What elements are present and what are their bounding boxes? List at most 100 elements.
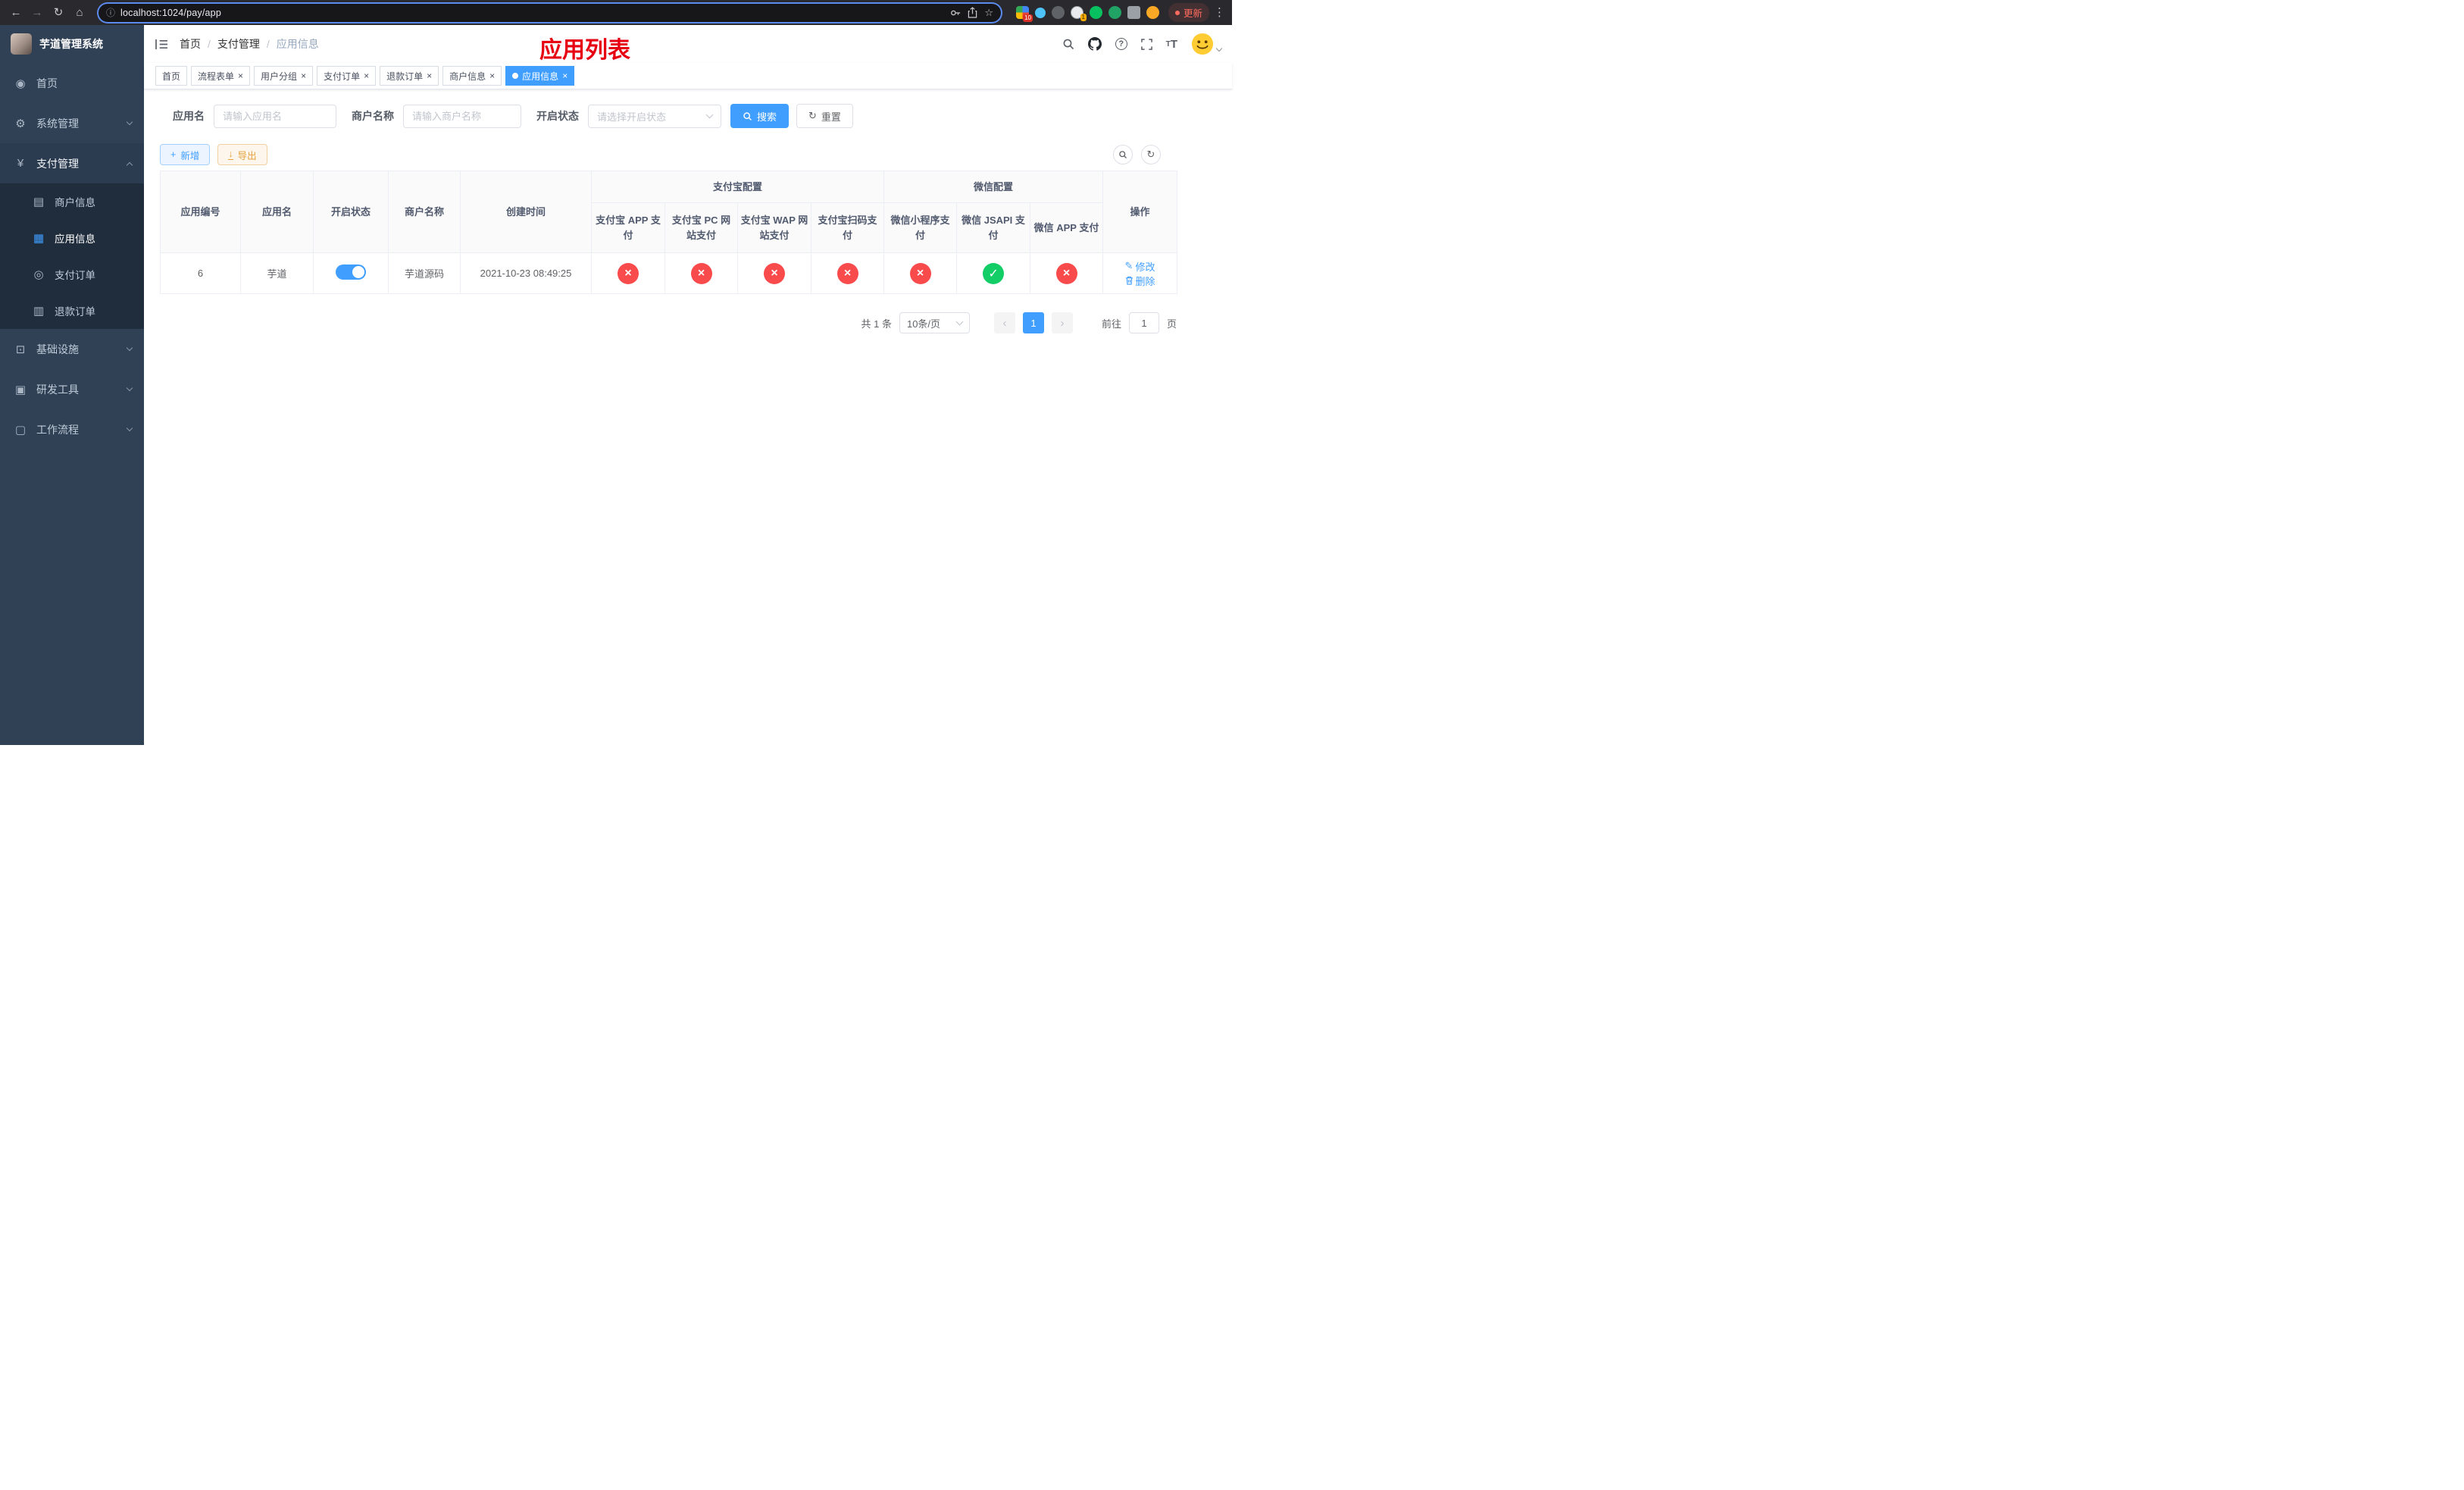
status-label: 开启状态 — [536, 110, 579, 122]
sidebar-item-payment[interactable]: ¥ 支付管理 — [0, 143, 144, 183]
search-icon[interactable] — [1062, 38, 1074, 50]
goto-label: 前往 — [1101, 318, 1121, 330]
merchant-name-input[interactable] — [403, 104, 521, 128]
chevron-down-icon — [126, 424, 133, 432]
delete-button[interactable]: 删除 — [1125, 274, 1155, 288]
edit-icon: ✎ — [1124, 260, 1134, 271]
tab-pay-order[interactable]: 支付订单 × — [317, 66, 377, 86]
apps-table: 应用编号 应用名 开启状态 商户名称 创建时间 支付宝配置 微信配置 操作 支付… — [160, 171, 1178, 294]
breadcrumb-home[interactable]: 首页 — [180, 36, 201, 52]
cell-merchant: 芋道源码 — [388, 252, 461, 294]
status-toggle[interactable] — [336, 265, 366, 280]
reload-icon[interactable]: ↻ — [50, 0, 67, 25]
tools-icon: ▣ — [14, 383, 27, 396]
col-header-wx-lite: 微信小程序支付 — [883, 202, 958, 253]
tab-process-form[interactable]: 流程表单 × — [191, 66, 251, 86]
col-header-alipay-wap: 支付宝 WAP 网站支付 — [737, 202, 811, 253]
extensions-tray: 10 1 — [1015, 6, 1159, 22]
sidebar-item-pay-order[interactable]: ◎ 支付订单 — [0, 256, 144, 293]
sidebar-item-dev-tools[interactable]: ▣ 研发工具 — [0, 369, 144, 409]
total-count: 共 1 条 — [861, 318, 892, 330]
close-icon[interactable]: × — [562, 71, 568, 80]
table-row: 6 芋道 芋道源码 2021-10-23 08:49:25 × × × × × … — [160, 252, 1178, 294]
github-icon[interactable] — [1087, 37, 1102, 51]
grid-icon: ▦ — [33, 232, 45, 245]
tab-merchant-info[interactable]: 商户信息 × — [442, 66, 502, 86]
sidebar-item-home[interactable]: ◉ 首页 — [0, 63, 144, 103]
forward-icon[interactable]: → — [29, 0, 45, 25]
alipay-pc-status-icon: × — [690, 262, 712, 284]
chevron-down-icon — [1215, 45, 1223, 52]
edit-button[interactable]: ✎ 修改 — [1125, 259, 1155, 274]
breadcrumb-payment[interactable]: 支付管理 — [217, 36, 260, 52]
address-bar[interactable]: ⓘ localhost:1024/pay/app ☆ — [98, 3, 1001, 22]
status-select[interactable]: 请选择开启状态 — [588, 104, 721, 128]
add-button[interactable]: + 新增 — [160, 144, 211, 165]
share-icon[interactable] — [968, 7, 977, 18]
fullscreen-icon[interactable] — [1140, 38, 1152, 50]
tab-user-group[interactable]: 用户分组 × — [254, 66, 314, 86]
sidebar-item-merchant-info[interactable]: ▤ 商户信息 — [0, 183, 144, 220]
extension-icon[interactable]: 1 — [1070, 6, 1087, 21]
url-text[interactable]: localhost:1024/pay/app — [120, 8, 945, 18]
user-avatar[interactable] — [1191, 33, 1223, 55]
reset-button[interactable]: ↻ 重置 — [796, 104, 853, 128]
key-icon[interactable] — [950, 8, 961, 18]
creditcard-icon: ▤ — [33, 196, 45, 208]
order-icon: ◎ — [33, 268, 44, 281]
extension-icon[interactable] — [1146, 6, 1159, 19]
puzzle-extension-icon[interactable] — [1127, 6, 1140, 19]
col-header-app-name: 应用名 — [240, 171, 314, 253]
goto-page-input[interactable] — [1128, 312, 1159, 333]
sidebar-item-refund-order[interactable]: ▥ 退款订单 — [0, 293, 144, 329]
bookmark-star-icon[interactable]: ☆ — [984, 7, 993, 19]
col-header-wx-jsapi: 微信 JSAPI 支付 — [956, 202, 1031, 253]
extension-icon[interactable] — [1034, 7, 1046, 18]
page-size-select[interactable]: 10条/页 — [899, 312, 970, 333]
tab-app-info[interactable]: 应用信息 × — [505, 66, 575, 86]
app-logo — [11, 33, 32, 55]
extension-icon[interactable]: 10 — [1015, 6, 1033, 22]
browser-update-button[interactable]: 更新 — [1168, 3, 1209, 22]
fontsize-icon[interactable]: TT — [1166, 38, 1177, 51]
close-icon[interactable]: × — [489, 71, 495, 80]
sidebar-item-system[interactable]: ⚙ 系统管理 — [0, 103, 144, 143]
prev-page-button[interactable]: ‹ — [993, 312, 1015, 333]
export-button[interactable]: ↓ 导出 — [217, 144, 267, 165]
toggle-search-button[interactable] — [1113, 145, 1133, 164]
site-info-icon[interactable]: ⓘ — [106, 6, 115, 19]
help-icon[interactable]: ? — [1115, 38, 1127, 50]
trash-icon — [1125, 276, 1133, 285]
close-icon[interactable]: × — [301, 71, 306, 80]
close-icon[interactable]: × — [238, 71, 243, 80]
alipay-qr-status-icon: × — [836, 262, 858, 284]
col-header-wx-app: 微信 APP 支付 — [1030, 202, 1104, 253]
col-header-app-id: 应用编号 — [160, 171, 241, 253]
col-header-alipay-qr: 支付宝扫码支付 — [810, 202, 885, 253]
app-logo-row[interactable]: 芋道管理系统 — [0, 25, 144, 63]
wechat-extension-icon[interactable] — [1089, 6, 1102, 19]
sidebar-item-workflow[interactable]: ▢ 工作流程 — [0, 409, 144, 449]
browser-menu-icon[interactable]: ⋮ — [1214, 0, 1225, 25]
sidebar-item-infra[interactable]: ⊡ 基础设施 — [0, 329, 144, 369]
tab-home[interactable]: 首页× — [155, 66, 188, 86]
home-icon[interactable]: ⌂ — [71, 0, 88, 25]
sidebar-item-app-info[interactable]: ▦ 应用信息 — [0, 220, 144, 256]
back-icon[interactable]: ← — [8, 0, 24, 25]
dashboard-icon: ◉ — [15, 77, 26, 90]
app-name-input[interactable] — [214, 104, 336, 128]
close-icon[interactable]: × — [364, 71, 369, 80]
gear-icon: ⚙ — [15, 117, 26, 130]
search-button[interactable]: 搜索 — [730, 104, 790, 128]
next-page-button[interactable]: › — [1051, 312, 1073, 333]
extension-icon[interactable] — [1108, 6, 1121, 19]
close-icon[interactable]: × — [427, 71, 432, 80]
update-dot-icon — [1174, 10, 1180, 15]
extension-badge: 1 — [1080, 14, 1087, 21]
download-icon: ↓ — [228, 149, 233, 160]
tab-refund-order[interactable]: 退款订单 × — [380, 66, 439, 86]
collapse-sidebar-icon[interactable] — [144, 39, 180, 50]
page-number-button[interactable]: 1 — [1022, 312, 1044, 333]
extension-icon[interactable] — [1051, 6, 1065, 19]
refresh-table-button[interactable]: ↻ — [1141, 145, 1161, 164]
